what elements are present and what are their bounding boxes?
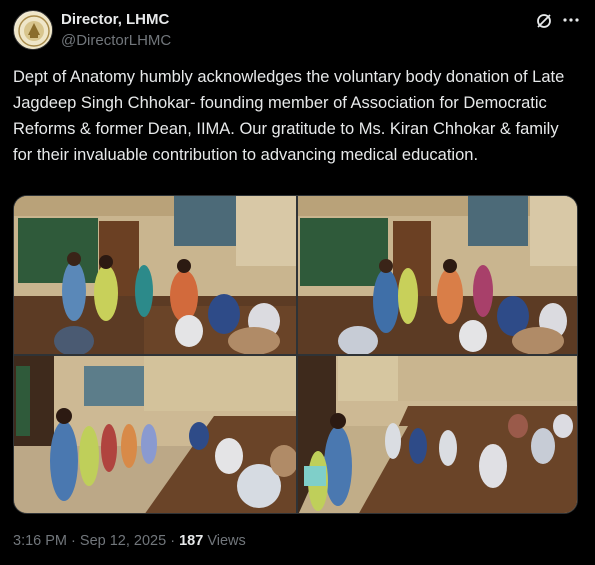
photo-4[interactable] xyxy=(298,356,577,513)
tweet-text: Dept of Anatomy humbly acknowledges the … xyxy=(13,68,569,164)
avatar[interactable] xyxy=(13,10,53,50)
views-label: Views xyxy=(207,533,246,549)
tweet-header: Director, LHMC @DirectorLHMC xyxy=(13,10,583,52)
more-options-icon[interactable] xyxy=(561,10,581,30)
timestamp-date[interactable]: Sep 12, 2025 xyxy=(80,533,166,549)
timestamp-time[interactable]: 3:16 PM xyxy=(13,533,67,549)
photo-3[interactable] xyxy=(14,356,296,513)
photo-2[interactable] xyxy=(298,196,577,354)
meta-separator: · xyxy=(71,533,76,549)
author-handle[interactable]: @DirectorLHMC xyxy=(61,32,171,49)
grok-icon[interactable] xyxy=(535,12,553,30)
author-name[interactable]: Director, LHMC xyxy=(61,11,169,28)
meta-separator: · xyxy=(170,533,176,549)
institution-seal-icon xyxy=(15,12,52,49)
photo-1[interactable] xyxy=(14,196,296,354)
tweet-meta: 3:16 PM · Sep 12, 2025 · 187 Views xyxy=(13,533,246,549)
media-grid xyxy=(13,195,578,514)
views-count: 187 xyxy=(179,533,204,549)
